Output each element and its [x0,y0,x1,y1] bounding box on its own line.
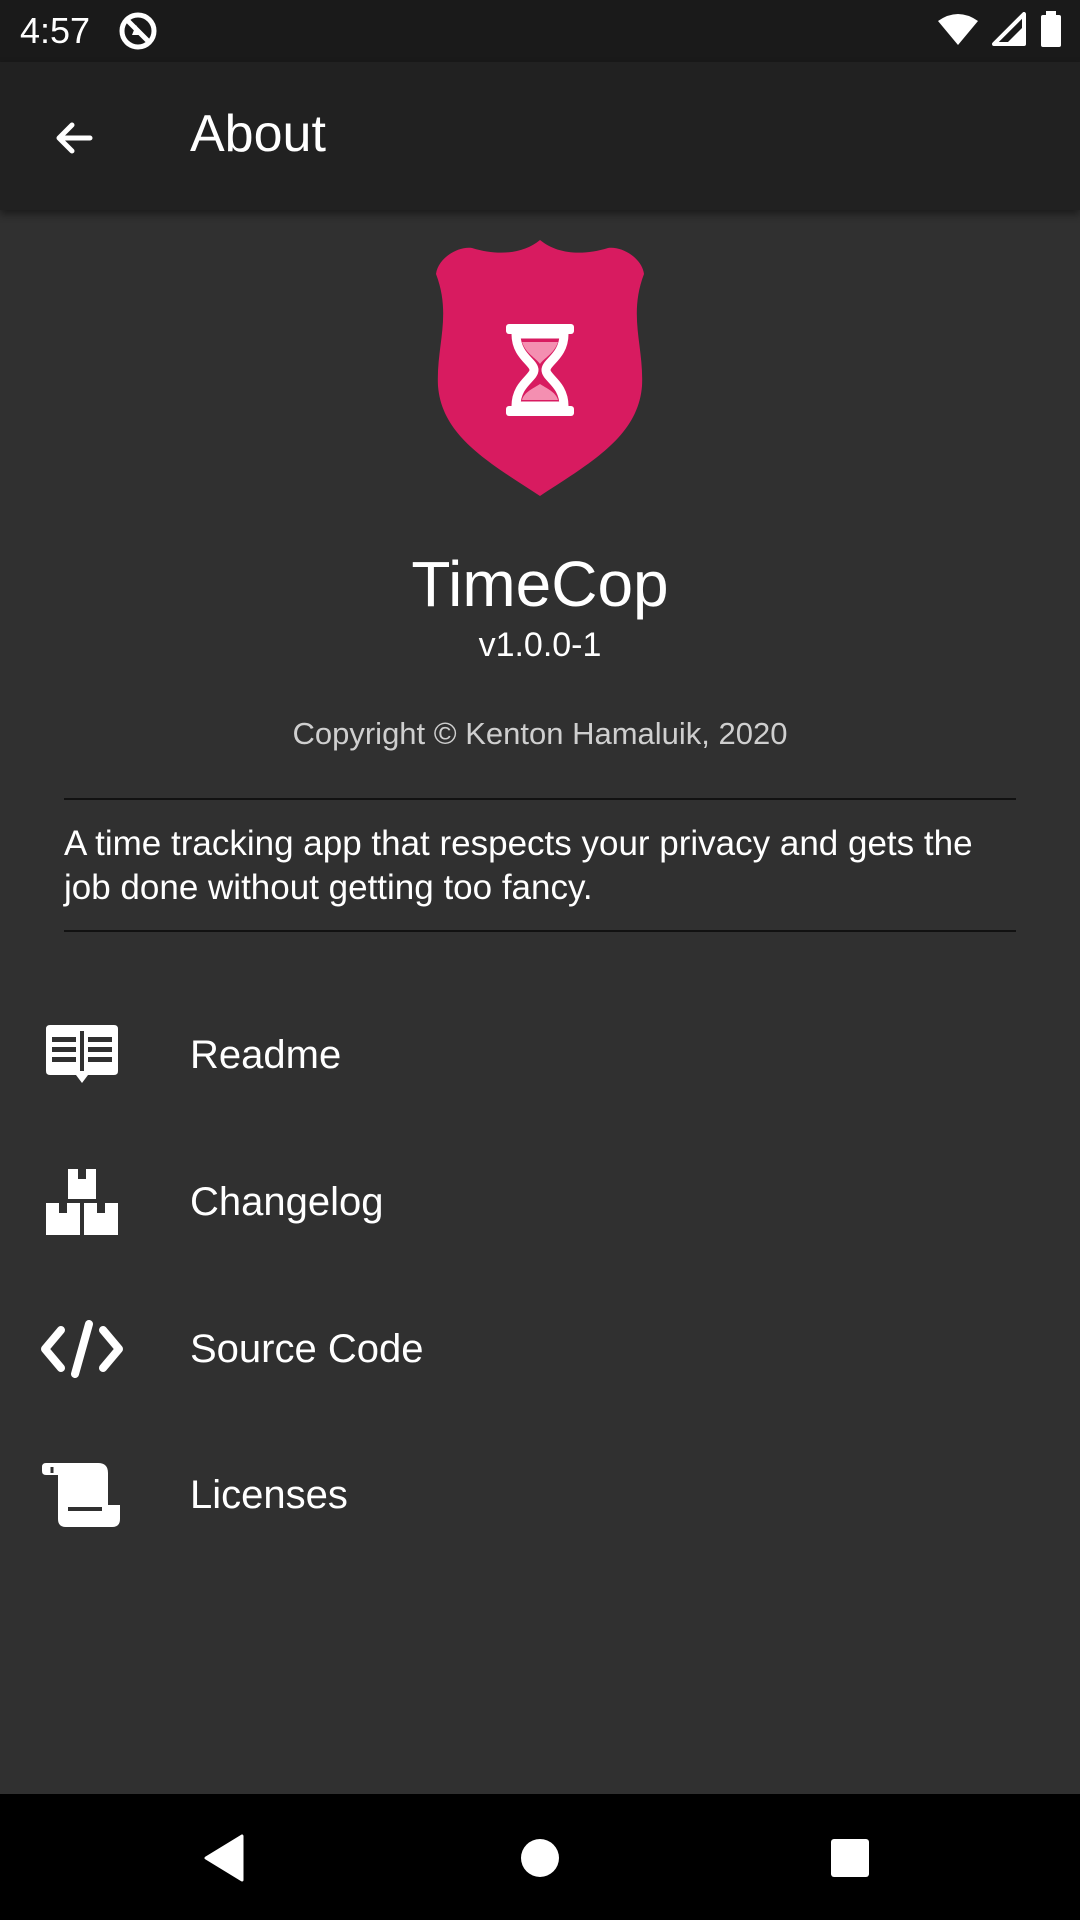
nav-back-button[interactable] [184,1820,264,1900]
nav-home-button[interactable] [500,1820,580,1900]
menu-item-label: Source Code [190,1326,424,1371]
menu-item-readme[interactable]: Readme [0,982,1080,1128]
app-description: A time tracking app that respects your p… [64,824,973,907]
cell-signal-icon [992,11,1026,51]
app-version: v1.0.0-1 [478,626,602,664]
menu-item-licenses[interactable]: Licenses [0,1422,1080,1568]
back-button[interactable] [38,104,110,176]
menu-item-source-code[interactable]: Source Code [0,1276,1080,1422]
menu-item-label: Licenses [190,1472,348,1517]
circle-home-icon [520,1838,560,1883]
app-bar: About [0,62,1080,210]
menu-item-changelog[interactable]: Changelog [0,1129,1080,1275]
boxes-icon [40,1160,124,1244]
page-title: About [190,105,326,163]
battery-icon [1040,10,1062,52]
system-nav-bar [0,1794,1080,1920]
nav-recents-button[interactable] [810,1820,890,1900]
wifi-icon [938,13,978,50]
book-open-icon [40,1013,124,1097]
code-icon [40,1307,124,1391]
menu-item-label: Readme [190,1032,342,1077]
triangle-back-icon [202,1834,246,1887]
scroll-icon [40,1453,124,1537]
app-logo [432,236,648,500]
app-name: TimeCop [411,548,669,620]
square-recents-icon [830,1838,870,1883]
status-time: 4:57 [20,10,91,51]
divider-bottom [64,930,1016,932]
menu-item-label: Changelog [190,1179,384,1224]
arrow-back-icon [50,114,98,167]
divider-top [64,798,1016,800]
dnd-icon [118,11,158,51]
copyright-text: Copyright © Kenton Hamaluik, 2020 [292,716,788,751]
status-bar: 4:57 [0,0,1080,62]
